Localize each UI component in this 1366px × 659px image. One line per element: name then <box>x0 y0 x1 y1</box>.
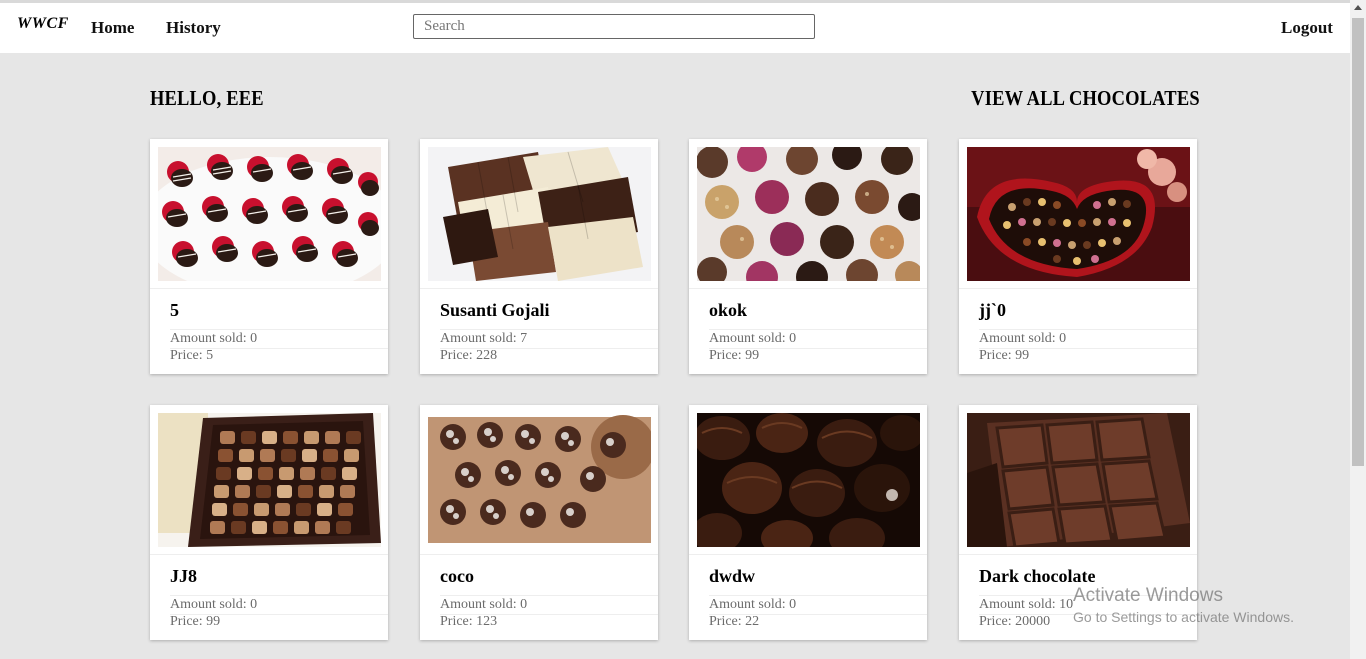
product-image-dark-chocolate-bar <box>967 413 1190 547</box>
watermark-title: Activate Windows <box>1073 585 1223 606</box>
amount-sold: Amount sold: 10 <box>979 597 1074 612</box>
product-price: Price: 20000 <box>979 614 1051 629</box>
amount-sold: Amount sold: 0 <box>709 597 797 612</box>
nav-home-link[interactable]: Home <box>91 18 134 38</box>
logout-link[interactable]: Logout <box>1281 18 1333 38</box>
card-divider <box>979 329 1197 330</box>
product-card[interactable]: Susanti Gojali Amount sold: 7 Price: 228 <box>420 139 658 374</box>
greeting-heading: HELLO, EEE <box>150 86 264 110</box>
amount-sold: Amount sold: 0 <box>709 331 797 346</box>
product-image-heart-box-chocolates <box>967 147 1190 281</box>
product-price: Price: 99 <box>709 348 760 363</box>
product-image-crinkle-cookies <box>428 413 651 547</box>
product-image-chocolate-box-grid <box>158 413 381 547</box>
card-divider <box>709 595 927 596</box>
amount-sold: Amount sold: 0 <box>170 331 258 346</box>
card-divider <box>959 288 1197 289</box>
product-name: jj`0 <box>979 300 1006 320</box>
amount-sold: Amount sold: 7 <box>440 331 528 346</box>
card-divider <box>959 554 1197 555</box>
card-divider <box>150 288 388 289</box>
product-price: Price: 99 <box>979 348 1030 363</box>
watermark-subtitle: Go to Settings to activate Windows. <box>1073 609 1294 625</box>
product-image-truffles-assorted <box>697 147 920 281</box>
card-divider <box>689 288 927 289</box>
amount-sold: Amount sold: 0 <box>170 597 258 612</box>
product-price: Price: 99 <box>170 614 221 629</box>
view-all-chocolates-link[interactable]: VIEW ALL CHOCOLATES <box>971 86 1200 111</box>
activate-windows-watermark: Activate Windows Go to Settings to activ… <box>1073 585 1294 625</box>
product-card[interactable]: dwdw Amount sold: 0 Price: 22 <box>689 405 927 640</box>
product-name: dwdw <box>709 566 756 586</box>
card-divider <box>440 329 658 330</box>
product-price: Price: 22 <box>709 614 760 629</box>
card-divider <box>170 329 388 330</box>
product-price: Price: 228 <box>440 348 498 363</box>
product-name: 5 <box>170 300 179 320</box>
product-price: Price: 123 <box>440 614 498 629</box>
view-all-container: VIEW ALL CHOCOLATES <box>800 0 1200 120</box>
card-divider <box>420 554 658 555</box>
amount-sold: Amount sold: 0 <box>440 597 528 612</box>
product-card[interactable]: jj`0 Amount sold: 0 Price: 99 <box>959 139 1197 374</box>
product-image-dark-bonbons <box>697 413 920 547</box>
scrollbar-thumb[interactable] <box>1352 18 1364 466</box>
product-image-chocolate-bar-stack <box>428 147 651 281</box>
card-divider <box>150 554 388 555</box>
product-card[interactable]: okok Amount sold: 0 Price: 99 <box>689 139 927 374</box>
search-input[interactable] <box>413 14 815 39</box>
product-name: coco <box>440 566 474 586</box>
card-divider <box>440 595 658 596</box>
product-name: JJ8 <box>170 566 197 586</box>
product-card[interactable]: JJ8 Amount sold: 0 Price: 99 <box>150 405 388 640</box>
product-image-chocolate-strawberries <box>158 147 381 281</box>
product-card[interactable]: coco Amount sold: 0 Price: 123 <box>420 405 658 640</box>
product-price: Price: 5 <box>170 348 214 363</box>
amount-sold: Amount sold: 0 <box>979 331 1067 346</box>
brand-logo[interactable]: WWCF <box>17 15 69 33</box>
product-name: Susanti Gojali <box>440 300 550 320</box>
card-divider <box>689 554 927 555</box>
product-name: okok <box>709 300 748 320</box>
nav-history-link[interactable]: History <box>166 18 221 38</box>
card-divider <box>170 595 388 596</box>
product-card[interactable]: 5 Amount sold: 0 Price: 5 <box>150 139 388 374</box>
scroll-up-arrow-icon[interactable] <box>1354 5 1362 10</box>
card-divider <box>420 288 658 289</box>
product-name: Dark chocolate <box>979 566 1096 586</box>
card-divider <box>709 329 927 330</box>
